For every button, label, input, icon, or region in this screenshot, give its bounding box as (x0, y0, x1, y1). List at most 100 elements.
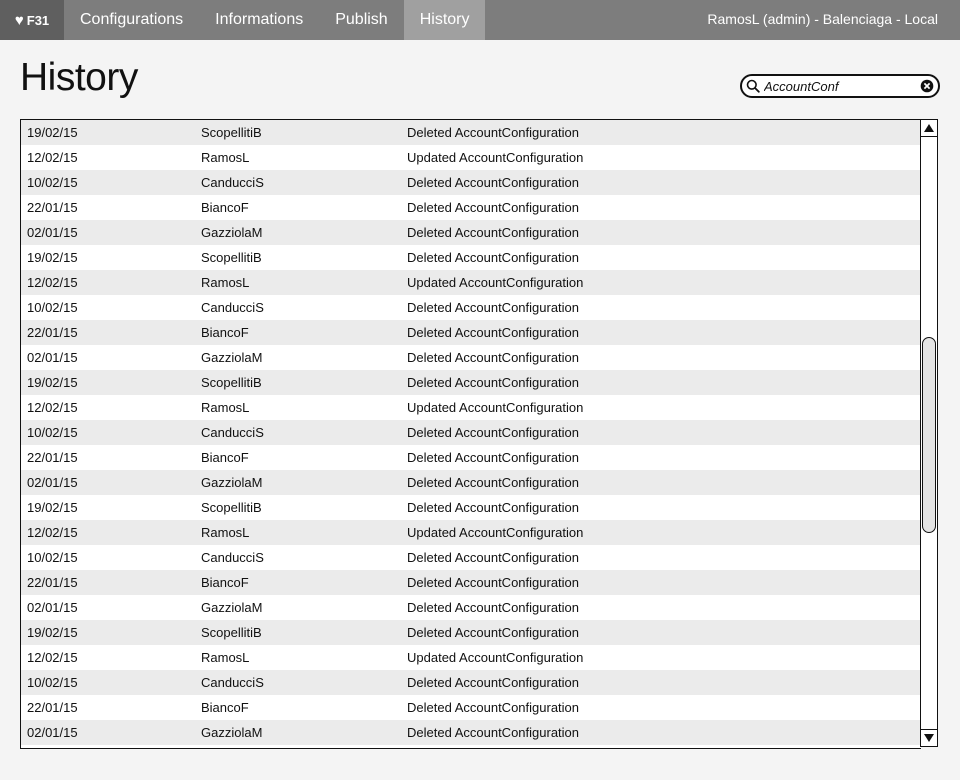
cell-user: CanducciS (201, 300, 264, 315)
nav-item-informations[interactable]: Informations (199, 0, 319, 40)
table-row[interactable]: 02/01/15 GazziolaM Deleted AccountConfigur… (21, 595, 921, 620)
cell-user: RamosL (201, 400, 250, 415)
cell-user: CanducciS (201, 675, 264, 690)
table-row[interactable]: 19/02/15 ScopellitiB Deleted AccountConfig… (21, 120, 921, 145)
table-row[interactable]: 22/01/15 BiancoF Deleted AccountConfigurat… (21, 445, 921, 470)
table-row[interactable]: 12/02/15 RamosL Updated AccountConfigurati… (21, 395, 921, 420)
cell-user: GazziolaM (201, 225, 263, 240)
cell-user: BiancoF (201, 450, 249, 465)
scrollbar[interactable] (920, 119, 938, 747)
table-row[interactable]: 12/02/15 RamosL Updated AccountConfigurati… (21, 520, 921, 545)
nav-item-configurations[interactable]: Configurations (64, 0, 199, 40)
cell-date: 10/02/15 (27, 300, 78, 315)
cell-user: CanducciS (201, 425, 264, 440)
table-row[interactable]: 22/01/15 BiancoF Deleted AccountConfigurat… (21, 320, 921, 345)
cell-action: Deleted AccountConfiguration (407, 225, 580, 240)
cell-action: Deleted AccountConfiguration (407, 375, 580, 390)
cell-date: 12/02/15 (27, 275, 78, 290)
table-row[interactable]: 02/01/15 GazziolaM Deleted AccountConfigur… (21, 345, 921, 370)
cell-date: 02/01/15 (27, 600, 78, 615)
nav-item-history[interactable]: History (403, 0, 486, 40)
cell-date: 22/01/15 (27, 200, 78, 215)
table-row[interactable]: 10/02/15 CanducciS Deleted AccountConfigur… (21, 670, 921, 695)
search-input[interactable] (764, 77, 914, 95)
cell-action: Deleted AccountConfiguration (407, 250, 580, 265)
cell-user: ScopellitiB (201, 375, 262, 390)
cell-user: RamosL (201, 525, 250, 540)
cell-user: CanducciS (201, 175, 264, 190)
cell-user: BiancoF (201, 200, 249, 215)
cell-user: RamosL (201, 650, 250, 665)
cell-date: 02/01/15 (27, 350, 78, 365)
cell-date: 02/01/15 (27, 225, 78, 240)
scroll-thumb[interactable] (922, 337, 936, 533)
cell-action: Deleted AccountConfiguration (407, 600, 580, 615)
app-logo[interactable]: ♥ F31 (0, 0, 64, 40)
cell-user: BiancoF (201, 700, 249, 715)
cell-action: Updated AccountConfiguration (407, 275, 584, 290)
table-row[interactable]: 19/02/15 ScopellitiB Deleted AccountConfig… (21, 245, 921, 270)
history-rows: 19/02/15 ScopellitiB Deleted AccountConfig… (21, 120, 921, 745)
table-row[interactable]: 19/02/15 ScopellitiB Deleted AccountConfig… (21, 495, 921, 520)
table-row[interactable]: 22/01/15 BiancoF Deleted AccountConfigurat… (21, 695, 921, 720)
cell-action: Deleted AccountConfiguration (407, 325, 580, 340)
history-table: 19/02/15 ScopellitiB Deleted AccountConfig… (20, 119, 921, 749)
table-row[interactable]: 10/02/15 CanducciS Deleted AccountConfigur… (21, 295, 921, 320)
cell-date: 19/02/15 (27, 625, 78, 640)
top-navigation-bar: ♥ F31 Configurations Informations Publis… (0, 0, 960, 40)
main-nav: Configurations Informations Publish Hist… (64, 0, 486, 40)
arrow-up-icon (924, 124, 934, 132)
cell-action: Deleted AccountConfiguration (407, 125, 580, 140)
user-info[interactable]: RamosL (admin) - Balenciaga - Local (707, 0, 938, 40)
scroll-up-button[interactable] (921, 120, 937, 137)
table-row[interactable]: 10/02/15 CanducciS Deleted AccountConfigur… (21, 420, 921, 445)
cell-date: 10/02/15 (27, 425, 78, 440)
page-title: History (20, 56, 138, 99)
table-row[interactable]: 10/02/15 CanducciS Deleted AccountConfigur… (21, 545, 921, 570)
cell-action: Deleted AccountConfiguration (407, 700, 580, 715)
nav-item-publish[interactable]: Publish (319, 0, 403, 40)
table-row[interactable]: 22/01/15 BiancoF Deleted AccountConfigurat… (21, 195, 921, 220)
cell-action: Deleted AccountConfiguration (407, 500, 580, 515)
cell-user: ScopellitiB (201, 250, 262, 265)
table-row[interactable]: 02/01/15 GazziolaM Deleted AccountConfigur… (21, 220, 921, 245)
cell-action: Updated AccountConfiguration (407, 525, 584, 540)
cell-action: Deleted AccountConfiguration (407, 450, 580, 465)
cell-user: BiancoF (201, 325, 249, 340)
cell-date: 22/01/15 (27, 325, 78, 340)
cell-date: 02/01/15 (27, 475, 78, 490)
search-icon[interactable] (746, 79, 760, 93)
scroll-down-button[interactable] (921, 729, 937, 746)
cell-action: Deleted AccountConfiguration (407, 350, 580, 365)
cell-date: 10/02/15 (27, 675, 78, 690)
cell-action: Deleted AccountConfiguration (407, 200, 580, 215)
cell-action: Updated AccountConfiguration (407, 400, 584, 415)
table-row[interactable]: 19/02/15 ScopellitiB Deleted AccountConfig… (21, 620, 921, 645)
search-box (740, 74, 940, 98)
cell-action: Deleted AccountConfiguration (407, 300, 580, 315)
table-row[interactable]: 22/01/15 BiancoF Deleted AccountConfigurat… (21, 570, 921, 595)
clear-icon[interactable] (920, 79, 934, 93)
cell-user: ScopellitiB (201, 625, 262, 640)
cell-user: CanducciS (201, 550, 264, 565)
cell-action: Deleted AccountConfiguration (407, 625, 580, 640)
logo-text: F31 (26, 12, 50, 28)
table-row[interactable]: 02/01/15 GazziolaM Deleted AccountConfigur… (21, 470, 921, 495)
table-row[interactable]: 19/02/15 ScopellitiB Deleted AccountConfig… (21, 370, 921, 395)
cell-date: 19/02/15 (27, 375, 78, 390)
cell-action: Updated AccountConfiguration (407, 150, 584, 165)
cell-action: Deleted AccountConfiguration (407, 675, 580, 690)
table-row[interactable]: 10/02/15 CanducciS Deleted AccountConfigur… (21, 170, 921, 195)
cell-action: Deleted AccountConfiguration (407, 475, 580, 490)
cell-date: 10/02/15 (27, 175, 78, 190)
cell-user: GazziolaM (201, 475, 263, 490)
cell-date: 02/01/15 (27, 725, 78, 740)
table-row[interactable]: 12/02/15 RamosL Updated AccountConfigurati… (21, 270, 921, 295)
cell-user: ScopellitiB (201, 125, 262, 140)
cell-date: 12/02/15 (27, 400, 78, 415)
table-row[interactable]: 12/02/15 RamosL Updated AccountConfigurati… (21, 145, 921, 170)
cell-date: 22/01/15 (27, 450, 78, 465)
table-row[interactable]: 02/01/15 GazziolaM Deleted AccountConfigur… (21, 720, 921, 745)
table-row[interactable]: 12/02/15 RamosL Updated AccountConfigurati… (21, 645, 921, 670)
cell-action: Deleted AccountConfiguration (407, 425, 580, 440)
